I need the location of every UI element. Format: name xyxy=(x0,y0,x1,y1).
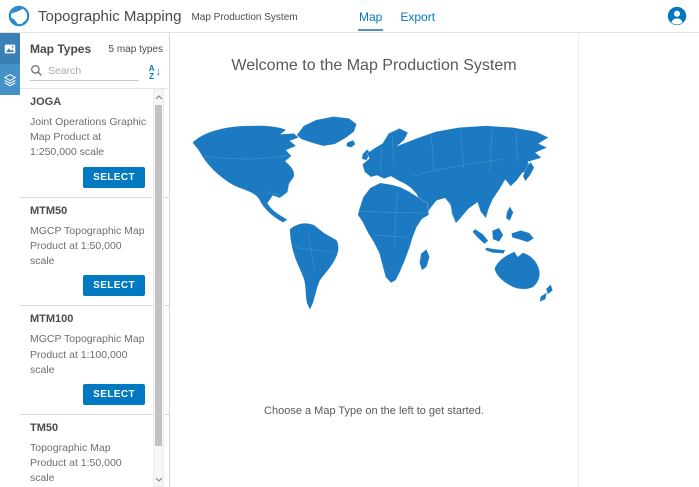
map-type-description: Topographic Map Product at 1:50,000 scal… xyxy=(30,441,147,487)
map-type-items: JOGA Joint Operations Graphic Map Produc… xyxy=(20,89,169,487)
welcome-panel: Welcome to the Map Production System xyxy=(170,33,579,487)
chevron-down-icon[interactable] xyxy=(154,472,163,486)
map-type-item: MTM50 MGCP Topographic Map Product at 1:… xyxy=(20,198,169,307)
tab-export[interactable]: Export xyxy=(399,1,436,31)
scrollbar-thumb[interactable] xyxy=(155,105,162,446)
map-type-item: TM50 Topographic Map Product at 1:50,000… xyxy=(20,415,169,487)
action-bar xyxy=(0,33,20,95)
map-types-sidebar: Map Types 5 map types AZ ↓ JOGA xyxy=(0,33,170,487)
user-avatar-icon[interactable] xyxy=(667,6,687,26)
map-type-item: JOGA Joint Operations Graphic Map Produc… xyxy=(20,89,169,198)
nav-tabs: Map Export xyxy=(358,0,452,32)
chevron-up-icon[interactable] xyxy=(154,90,163,104)
select-button[interactable]: SELECT xyxy=(83,384,145,405)
app-subtitle: Map Production System xyxy=(191,12,297,23)
map-type-description: Joint Operations Graphic Map Product at … xyxy=(30,115,147,161)
instruction-text: Choose a Map Type on the left to get sta… xyxy=(264,405,484,417)
map-type-description: MGCP Topographic Map Product at 1:50,000… xyxy=(30,224,147,270)
app-header: Topographic Mapping Map Production Syste… xyxy=(0,0,699,33)
map-type-title: JOGA xyxy=(30,96,147,108)
search-field xyxy=(30,64,139,81)
map-type-description: MGCP Topographic Map Product at 1:100,00… xyxy=(30,332,147,378)
layers-icon[interactable] xyxy=(0,64,20,95)
sort-az-icon[interactable]: AZ ↓ xyxy=(147,65,163,81)
right-spacer xyxy=(579,33,699,487)
map-types-panel: Map Types 5 map types AZ ↓ JOGA xyxy=(20,33,169,487)
main-content: Welcome to the Map Production System xyxy=(170,33,699,487)
map-types-icon[interactable] xyxy=(0,33,20,64)
map-type-title: TM50 xyxy=(30,422,147,434)
map-type-title: MTM100 xyxy=(30,313,147,325)
map-type-item: MTM100 MGCP Topographic Map Product at 1… xyxy=(20,306,169,415)
search-icon xyxy=(30,64,43,77)
sidebar-scrollbar[interactable] xyxy=(153,89,164,487)
panel-title: Map Types xyxy=(30,42,91,56)
globe-icon xyxy=(8,5,30,27)
map-type-count: 5 map types xyxy=(109,44,163,55)
world-map xyxy=(181,109,567,319)
select-button[interactable]: SELECT xyxy=(83,167,145,188)
map-type-title: MTM50 xyxy=(30,205,147,217)
search-input[interactable] xyxy=(48,65,126,77)
app-title: Topographic Mapping xyxy=(38,8,181,25)
map-type-list: JOGA Joint Operations Graphic Map Produc… xyxy=(20,88,169,487)
welcome-heading: Welcome to the Map Production System xyxy=(231,57,516,75)
select-button[interactable]: SELECT xyxy=(83,275,145,296)
tab-map[interactable]: Map xyxy=(358,1,383,31)
